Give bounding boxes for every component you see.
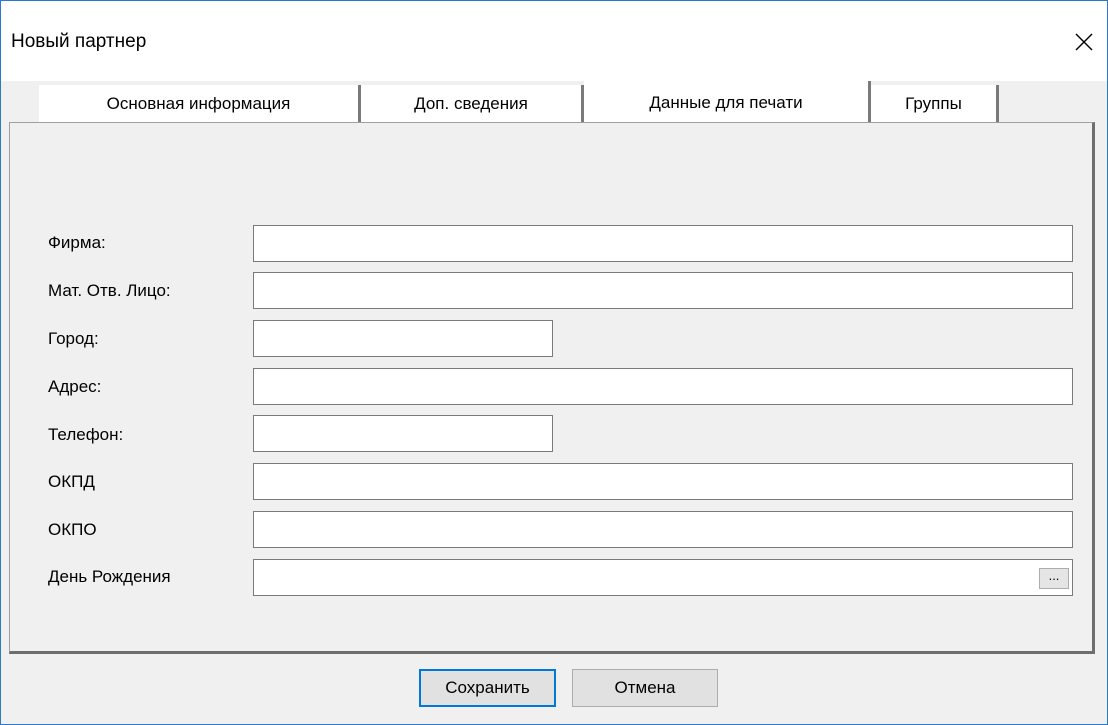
cancel-button[interactable]: Отмена (572, 669, 718, 707)
birthday-label: День Рождения (48, 567, 171, 586)
okpd-input[interactable] (253, 463, 1073, 500)
firma-label: Фирма: (48, 233, 106, 252)
telefon-input[interactable] (253, 415, 553, 452)
title-bar: Новый партнер (1, 1, 1107, 81)
firma-input[interactable] (253, 225, 1073, 262)
dialog-window: Новый партнер Основная информация Доп. с… (0, 0, 1108, 725)
okpo-label: ОКПО (48, 520, 97, 539)
adres-input[interactable] (253, 368, 1073, 405)
okpo-input[interactable] (253, 511, 1073, 548)
tab-panel-print-data: Фирма: Мат. Отв. Лицо: Город: Адрес: Тел… (9, 122, 1095, 654)
birthday-field: ... (253, 559, 1073, 596)
tab-label: Основная информация (106, 94, 291, 113)
birthday-input[interactable] (254, 560, 1034, 595)
birthday-picker-button[interactable]: ... (1039, 568, 1069, 589)
tab-label: Доп. сведения (414, 94, 528, 113)
okpd-label: ОКПД (48, 472, 95, 491)
tab-strip: Основная информация Доп. сведения Данные… (1, 81, 1107, 125)
mol-label: Мат. Отв. Лицо: (48, 281, 171, 300)
tab-label: Группы (905, 94, 962, 113)
telefon-label: Телефон: (48, 425, 124, 444)
tab-groups[interactable]: Группы (871, 85, 999, 123)
tab-print-data[interactable]: Данные для печати (584, 81, 871, 125)
adres-label: Адрес: (48, 377, 102, 396)
tab-label: Данные для печати (649, 93, 803, 112)
tab-basic-info[interactable]: Основная информация (39, 85, 361, 123)
window-title: Новый партнер (11, 31, 147, 52)
save-button[interactable]: Сохранить (419, 669, 556, 707)
close-button[interactable] (1061, 19, 1107, 65)
gorod-label: Город: (48, 329, 99, 348)
tab-additional-info[interactable]: Доп. сведения (361, 85, 584, 123)
mol-input[interactable] (253, 272, 1073, 309)
gorod-input[interactable] (253, 320, 553, 357)
close-icon (1075, 33, 1093, 51)
